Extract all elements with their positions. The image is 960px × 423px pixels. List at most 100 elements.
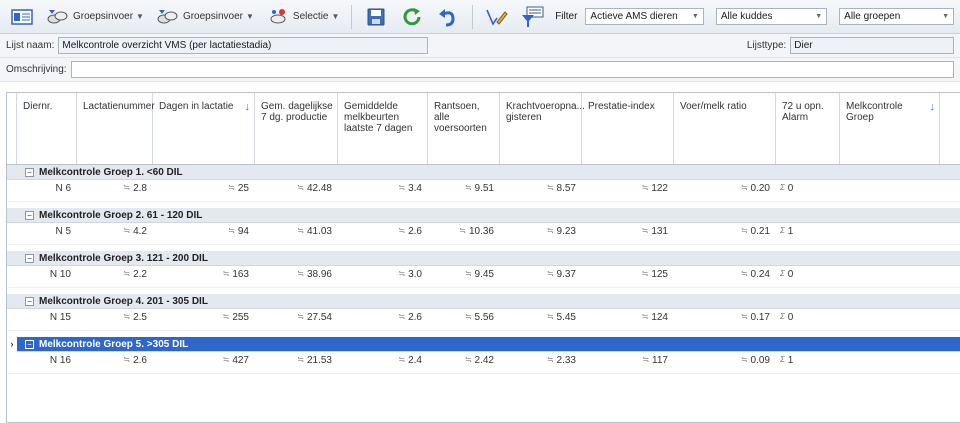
average-aggregate-icon: ≒ xyxy=(740,226,748,235)
description-field[interactable] xyxy=(70,61,954,78)
group-entry-button-1[interactable]: Groepsinvoer ▼ xyxy=(42,3,148,31)
list-name-field[interactable]: Melkcontrole overzicht VMS (per lactatie… xyxy=(58,37,428,54)
collapse-toggle-icon[interactable]: − xyxy=(25,253,34,263)
edit-columns-button[interactable] xyxy=(481,3,513,31)
cows-group-icon xyxy=(156,5,180,29)
column-header-daily-production[interactable]: Gem. dagelijkse 7 dg. productie xyxy=(255,93,338,164)
summary-cell: ≒ 255 xyxy=(153,309,255,330)
list-type-field[interactable]: Dier xyxy=(790,37,954,54)
column-header-ration[interactable]: Rantsoen, alle voersoorten xyxy=(428,93,500,164)
column-header-days-in-lactation[interactable]: Dagen in lactatie ↓ xyxy=(153,93,255,164)
average-aggregate-icon: ≒ xyxy=(222,269,230,278)
group-row[interactable]: − Melkcontrole Groep 3. 121 - 200 DIL xyxy=(7,251,960,266)
summary-cell: ≒ 163 xyxy=(153,266,255,287)
animal-filter-value: Actieve AMS dieren xyxy=(590,11,678,22)
summary-value: 42.48 xyxy=(306,183,332,194)
row-indicator-header xyxy=(7,93,17,164)
summary-value: N 16 xyxy=(49,355,71,366)
summary-cell: ≒ 427 xyxy=(153,352,255,373)
filter-funnel-icon xyxy=(521,5,545,29)
group-title: Melkcontrole Groep 1. <60 DIL xyxy=(39,166,183,178)
sort-down-arrow-icon: ↓ xyxy=(244,101,251,113)
group-row[interactable]: − Melkcontrole Groep 2. 61 - 120 DIL xyxy=(7,208,960,223)
summary-value: 3.4 xyxy=(408,183,422,194)
current-row-indicator-icon: › xyxy=(7,336,17,352)
summary-value: 27.54 xyxy=(306,312,332,323)
undo-button[interactable] xyxy=(432,3,464,31)
average-aggregate-icon: ≒ xyxy=(546,183,554,192)
collapse-toggle-icon[interactable]: − xyxy=(25,210,34,220)
list-view-button[interactable] xyxy=(6,3,38,31)
column-header-lactation-number[interactable]: Lactatienummer xyxy=(77,93,155,164)
column-header-label: Prestatie-index xyxy=(588,101,655,112)
filter-button[interactable] xyxy=(517,3,549,31)
selection-label: Selectie xyxy=(292,11,329,22)
save-button[interactable] xyxy=(360,3,392,31)
collapse-toggle-icon[interactable]: − xyxy=(25,296,34,306)
summary-cell: Σ0 xyxy=(776,180,840,201)
summary-cell: ≒ 0.09 xyxy=(674,352,776,373)
column-header-performance-index[interactable]: Prestatie-index xyxy=(582,93,674,164)
average-aggregate-icon: ≒ xyxy=(297,226,304,235)
herd-select[interactable]: Alle kuddes ▼ xyxy=(715,8,828,25)
column-header-label: Krachtvoeropna... gisteren xyxy=(506,101,585,123)
summary-cell: ≒ 122 xyxy=(582,180,674,201)
summary-cell: ≒ 38.96 xyxy=(255,266,338,287)
average-aggregate-icon: ≒ xyxy=(123,312,131,321)
collapse-toggle-icon[interactable]: − xyxy=(25,167,34,177)
group-row[interactable]: − Melkcontrole Groep 1. <60 DIL xyxy=(7,165,960,180)
summary-value: 2.33 xyxy=(556,355,576,366)
summary-cell: ≒ 2.2 xyxy=(77,266,153,287)
column-header-feed-milk-ratio[interactable]: Voer/melk ratio xyxy=(674,93,776,164)
selection-button[interactable]: Selectie ▼ xyxy=(262,3,344,31)
group-select[interactable]: Alle groepen ▼ xyxy=(839,8,955,25)
column-header-label: Rantsoen, alle voersoorten xyxy=(434,101,487,134)
summary-value: 1 xyxy=(787,226,794,237)
column-header-label: Lactatienummer xyxy=(83,101,155,112)
group-entry-button-2[interactable]: Groepsinvoer ▼ xyxy=(152,3,258,31)
group-title: Melkcontrole Groep 5. >305 DIL xyxy=(39,338,189,350)
summary-value: 2.6 xyxy=(133,355,147,366)
column-header-milk-control-group[interactable]: Melkcontrole Groep ↓ xyxy=(840,93,940,164)
summary-value: 124 xyxy=(651,312,668,323)
refresh-button[interactable] xyxy=(396,3,428,31)
row-indicator xyxy=(7,223,17,244)
description-label: Omschrijving: xyxy=(6,64,67,75)
summary-value: 117 xyxy=(652,355,668,366)
list-type-label: Lijsttype: xyxy=(746,40,787,51)
average-aggregate-icon: ≒ xyxy=(297,355,304,364)
collapse-toggle-icon[interactable]: − xyxy=(25,339,34,349)
average-aggregate-icon: ≒ xyxy=(297,183,304,192)
summary-cell: ≒ 2.6 xyxy=(338,223,428,244)
group-row[interactable]: − Melkcontrole Groep 4. 201 - 305 DIL xyxy=(7,294,960,309)
group-row[interactable]: › − Melkcontrole Groep 5. >305 DIL xyxy=(7,336,960,352)
summary-cell: ≒ 41.03 xyxy=(255,223,338,244)
average-aggregate-icon: ≒ xyxy=(398,355,406,364)
average-aggregate-icon: ≒ xyxy=(642,355,650,364)
summary-value: 0.24 xyxy=(750,269,770,280)
sum-aggregate-icon: Σ xyxy=(780,183,785,192)
column-header-animal-number[interactable]: Diernr. xyxy=(17,93,77,164)
summary-value: 0.21 xyxy=(750,226,770,237)
average-aggregate-icon: ≒ xyxy=(398,183,406,192)
group-title: Melkcontrole Groep 4. 201 - 305 DIL xyxy=(39,295,208,307)
column-header-label: Gemiddelde melkbeurten laatste 7 dagen xyxy=(344,101,413,134)
animal-filter-select[interactable]: Actieve AMS dieren ▼ xyxy=(585,8,704,25)
summary-value: 38.96 xyxy=(306,269,332,280)
average-aggregate-icon: ≒ xyxy=(297,312,304,321)
average-aggregate-icon: ≒ xyxy=(398,312,406,321)
summary-cell: ≒ 94 xyxy=(153,223,255,244)
column-header-concentrate-intake[interactable]: Krachtvoeropna... gisteren xyxy=(500,93,585,164)
sum-aggregate-icon: Σ xyxy=(780,269,785,278)
column-header-milkings[interactable]: Gemiddelde melkbeurten laatste 7 dagen xyxy=(338,93,428,164)
summary-value: 8.57 xyxy=(556,183,576,194)
column-header-alarm-72h[interactable]: 72 u opn. Alarm xyxy=(776,93,840,164)
average-aggregate-icon: ≒ xyxy=(464,183,472,192)
data-grid: Diernr. Lactatienummer Dagen in lactatie… xyxy=(6,92,960,423)
summary-value: 5.45 xyxy=(556,312,576,323)
row-indicator xyxy=(7,352,17,373)
summary-value: 2.2 xyxy=(133,269,147,280)
summary-value: 9.37 xyxy=(556,269,576,280)
summary-cell: ≒ 27.54 xyxy=(255,309,338,330)
list-name-label: Lijst naam: xyxy=(6,40,55,51)
